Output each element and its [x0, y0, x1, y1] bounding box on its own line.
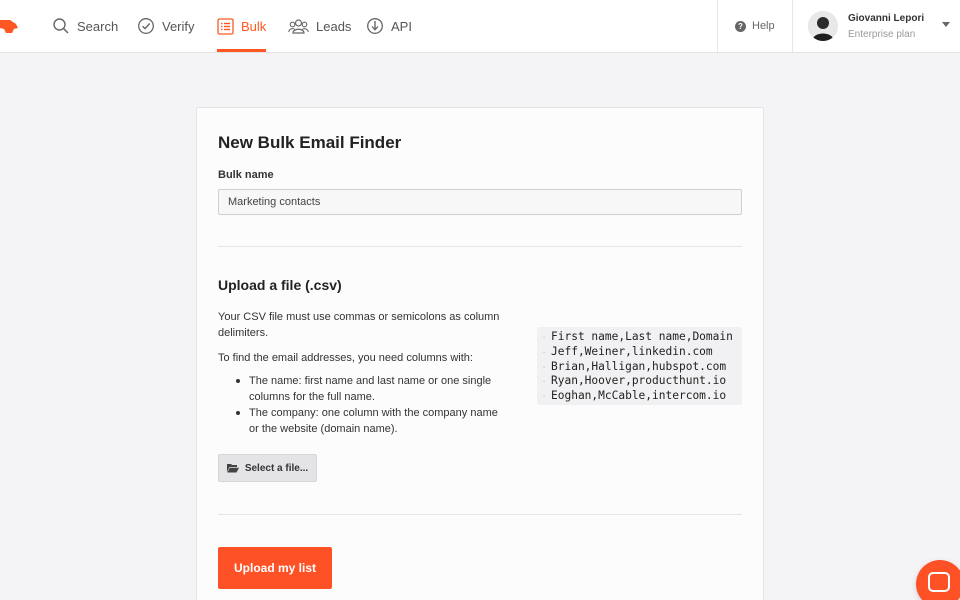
chat-icon: [928, 572, 950, 592]
columns-intro-text: To find the email addresses, you need co…: [218, 352, 473, 364]
upload-section-title: Upload a file (.csv): [218, 277, 342, 293]
code-line: · Eoghan,McCable,intercom.io: [541, 389, 727, 402]
upload-list-button[interactable]: Upload my list: [218, 547, 332, 589]
list-item: The company: one column with the company…: [218, 405, 510, 437]
top-nav-bar: Search Verify Bulk Leads API ? Help Giov…: [0, 0, 960, 53]
nav-divider: [717, 0, 718, 52]
help-icon: ?: [735, 20, 746, 32]
nav-leads-label: Leads: [316, 18, 352, 34]
nav-search[interactable]: Search: [52, 0, 118, 52]
nav-verify[interactable]: Verify: [137, 0, 195, 52]
help-link[interactable]: ? Help: [735, 0, 775, 52]
divider: [218, 514, 742, 515]
chevron-down-icon[interactable]: [942, 22, 950, 27]
select-file-button[interactable]: Select a file...: [218, 454, 317, 482]
bulk-name-label: Bulk name: [218, 169, 274, 181]
nav-verify-label: Verify: [162, 18, 195, 34]
code-line: · Ryan,Hoover,producthunt.io: [541, 374, 727, 387]
bulk-finder-card: New Bulk Email Finder Bulk name Upload a…: [196, 107, 764, 600]
check-circle-icon: [138, 18, 154, 34]
nav-leads[interactable]: Leads: [288, 0, 351, 52]
page-title: New Bulk Email Finder: [218, 133, 402, 152]
bulk-name-input[interactable]: [218, 189, 742, 215]
folder-open-icon: [226, 464, 239, 473]
users-icon: [288, 19, 309, 34]
search-icon: [53, 18, 69, 34]
requirements-list: The name: first name and last name or on…: [218, 373, 510, 437]
list-icon: [217, 17, 234, 35]
nav-divider: [792, 0, 793, 52]
select-file-label: Select a file...: [244, 462, 309, 474]
code-line: · Jeff,Weiner,linkedin.com: [541, 345, 713, 358]
nav-api-label: API: [391, 18, 412, 34]
nav-bulk[interactable]: Bulk: [217, 0, 267, 52]
help-label: Help: [752, 20, 775, 32]
code-line: · Brian,Halligan,hubspot.com: [541, 360, 727, 373]
nav-bulk-label: Bulk: [241, 18, 267, 34]
sample-csv-code: · First name,Last name,Domain · Jeff,Weine…: [537, 327, 742, 405]
api-icon: [367, 18, 383, 34]
avatar-image: [808, 11, 838, 41]
user-plan: Enterprise plan: [848, 29, 916, 40]
nav-api[interactable]: API: [366, 0, 412, 52]
logo-icon[interactable]: [0, 16, 20, 36]
code-line: · First name,Last name,Domain: [541, 330, 733, 343]
nav-search-label: Search: [77, 18, 119, 34]
divider: [218, 246, 742, 247]
list-item: The name: first name and last name or on…: [218, 373, 510, 405]
avatar[interactable]: [808, 11, 838, 41]
chat-launcher-button[interactable]: [916, 560, 960, 600]
csv-delimiter-text: Your CSV file must use commas or semicol…: [218, 311, 500, 339]
user-name[interactable]: Giovanni Lepori: [848, 13, 924, 24]
